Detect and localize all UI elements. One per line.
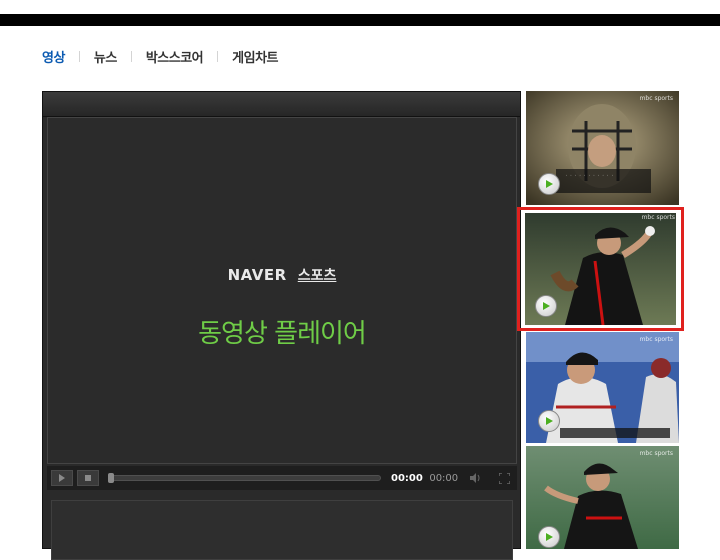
current-time: 00:00 [391,472,423,484]
tab-bar: 영상 뉴스 박스스코어 게임차트 [42,46,278,66]
video-thumbnail[interactable]: ㆍㆍㆍㆍㆍㆍㆍㆍㆍㆍㆍ mbc sports [526,91,679,205]
player-title: 동영상 플레이어 [198,319,367,349]
video-screen[interactable]: NAVER 스포츠 동영상 플레이어 [47,117,517,464]
play-icon [538,173,560,195]
video-thumbnail-selected[interactable]: mbc sports [517,207,684,331]
play-button[interactable] [51,470,73,486]
svg-text:ㆍㆍㆍㆍㆍㆍㆍㆍㆍㆍㆍ: ㆍㆍㆍㆍㆍㆍㆍㆍㆍㆍㆍ [564,173,615,179]
stop-button[interactable] [77,470,99,486]
play-icon [535,295,557,317]
video-thumbnail[interactable]: mbc sports [526,446,679,549]
tab-divider [130,50,132,62]
play-icon [538,410,560,432]
tab-video[interactable]: 영상 [42,47,65,66]
volume-icon [470,473,480,483]
video-thumbnail[interactable]: mbc sports [526,332,679,443]
tab-divider [217,50,219,62]
channel-logo: mbc sports [639,336,673,343]
player-controls: 00:00 00:00 [47,466,517,490]
channel-logo: mbc sports [641,214,675,221]
tab-game-chart[interactable]: 게임차트 [232,47,278,66]
volume-button[interactable] [466,470,486,486]
player-brand: NAVER 스포츠 [48,265,516,285]
play-icon [538,526,560,548]
seek-bar[interactable] [108,473,381,483]
play-icon [59,474,65,482]
time-display: 00:00 00:00 [391,473,458,484]
tab-news[interactable]: 뉴스 [94,47,117,66]
top-bar [0,14,720,26]
seek-handle[interactable] [108,473,114,483]
player-header [43,92,520,117]
duration: 00:00 [429,472,459,484]
stop-icon [85,475,91,481]
player-info-panel [51,500,513,560]
tab-divider [78,50,80,62]
tab-boxscore[interactable]: 박스스코어 [146,47,204,66]
video-player: NAVER 스포츠 동영상 플레이어 00:00 00:00 [42,91,521,560]
channel-logo: mbc sports [639,95,673,102]
naver-logo-text: NAVER [227,266,287,284]
fullscreen-icon [498,472,510,484]
fullscreen-button[interactable] [494,470,514,486]
sports-logo-text: 스포츠 [297,268,337,284]
channel-logo: mbc sports [639,450,673,457]
